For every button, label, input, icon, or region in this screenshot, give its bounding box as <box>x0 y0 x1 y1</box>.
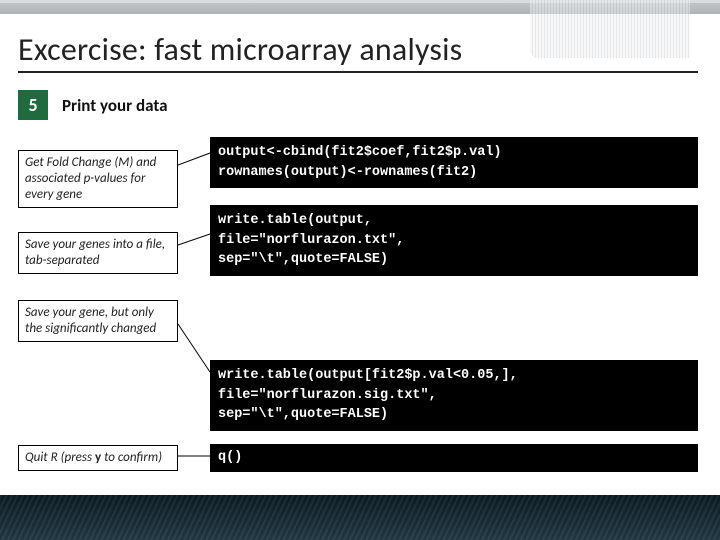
step-row: 5 Print your data <box>18 90 167 120</box>
note-save-genes: Save your genes into a file, tab-separat… <box>18 232 178 274</box>
step-label: Print your data <box>62 95 167 116</box>
code-output-bind: output<-cbind(fit2$coef,fit2$p.val) rown… <box>210 137 698 188</box>
note-quit-text-pre: Quit R (press <box>25 450 95 465</box>
step-number-badge: 5 <box>18 90 48 120</box>
note-fold-change: Get Fold Change (M) and associated p-val… <box>18 150 178 208</box>
note-quit-r: Quit R (press y to confirm) <box>18 445 178 471</box>
slide-title: Excercise: fast microarray analysis <box>18 30 698 73</box>
code-quit: q() <box>210 444 698 472</box>
code-write-sig-table: write.table(output[fit2$p.val<0.05,], fi… <box>210 360 698 431</box>
footer-decoration <box>0 495 720 540</box>
code-write-table: write.table(output, file="norflurazon.tx… <box>210 205 698 276</box>
note-save-significant: Save your gene, but only the significant… <box>18 300 178 342</box>
note-quit-text-post: to confirm) <box>101 450 162 465</box>
slide: Excercise: fast microarray analysis 5 Pr… <box>0 0 720 540</box>
